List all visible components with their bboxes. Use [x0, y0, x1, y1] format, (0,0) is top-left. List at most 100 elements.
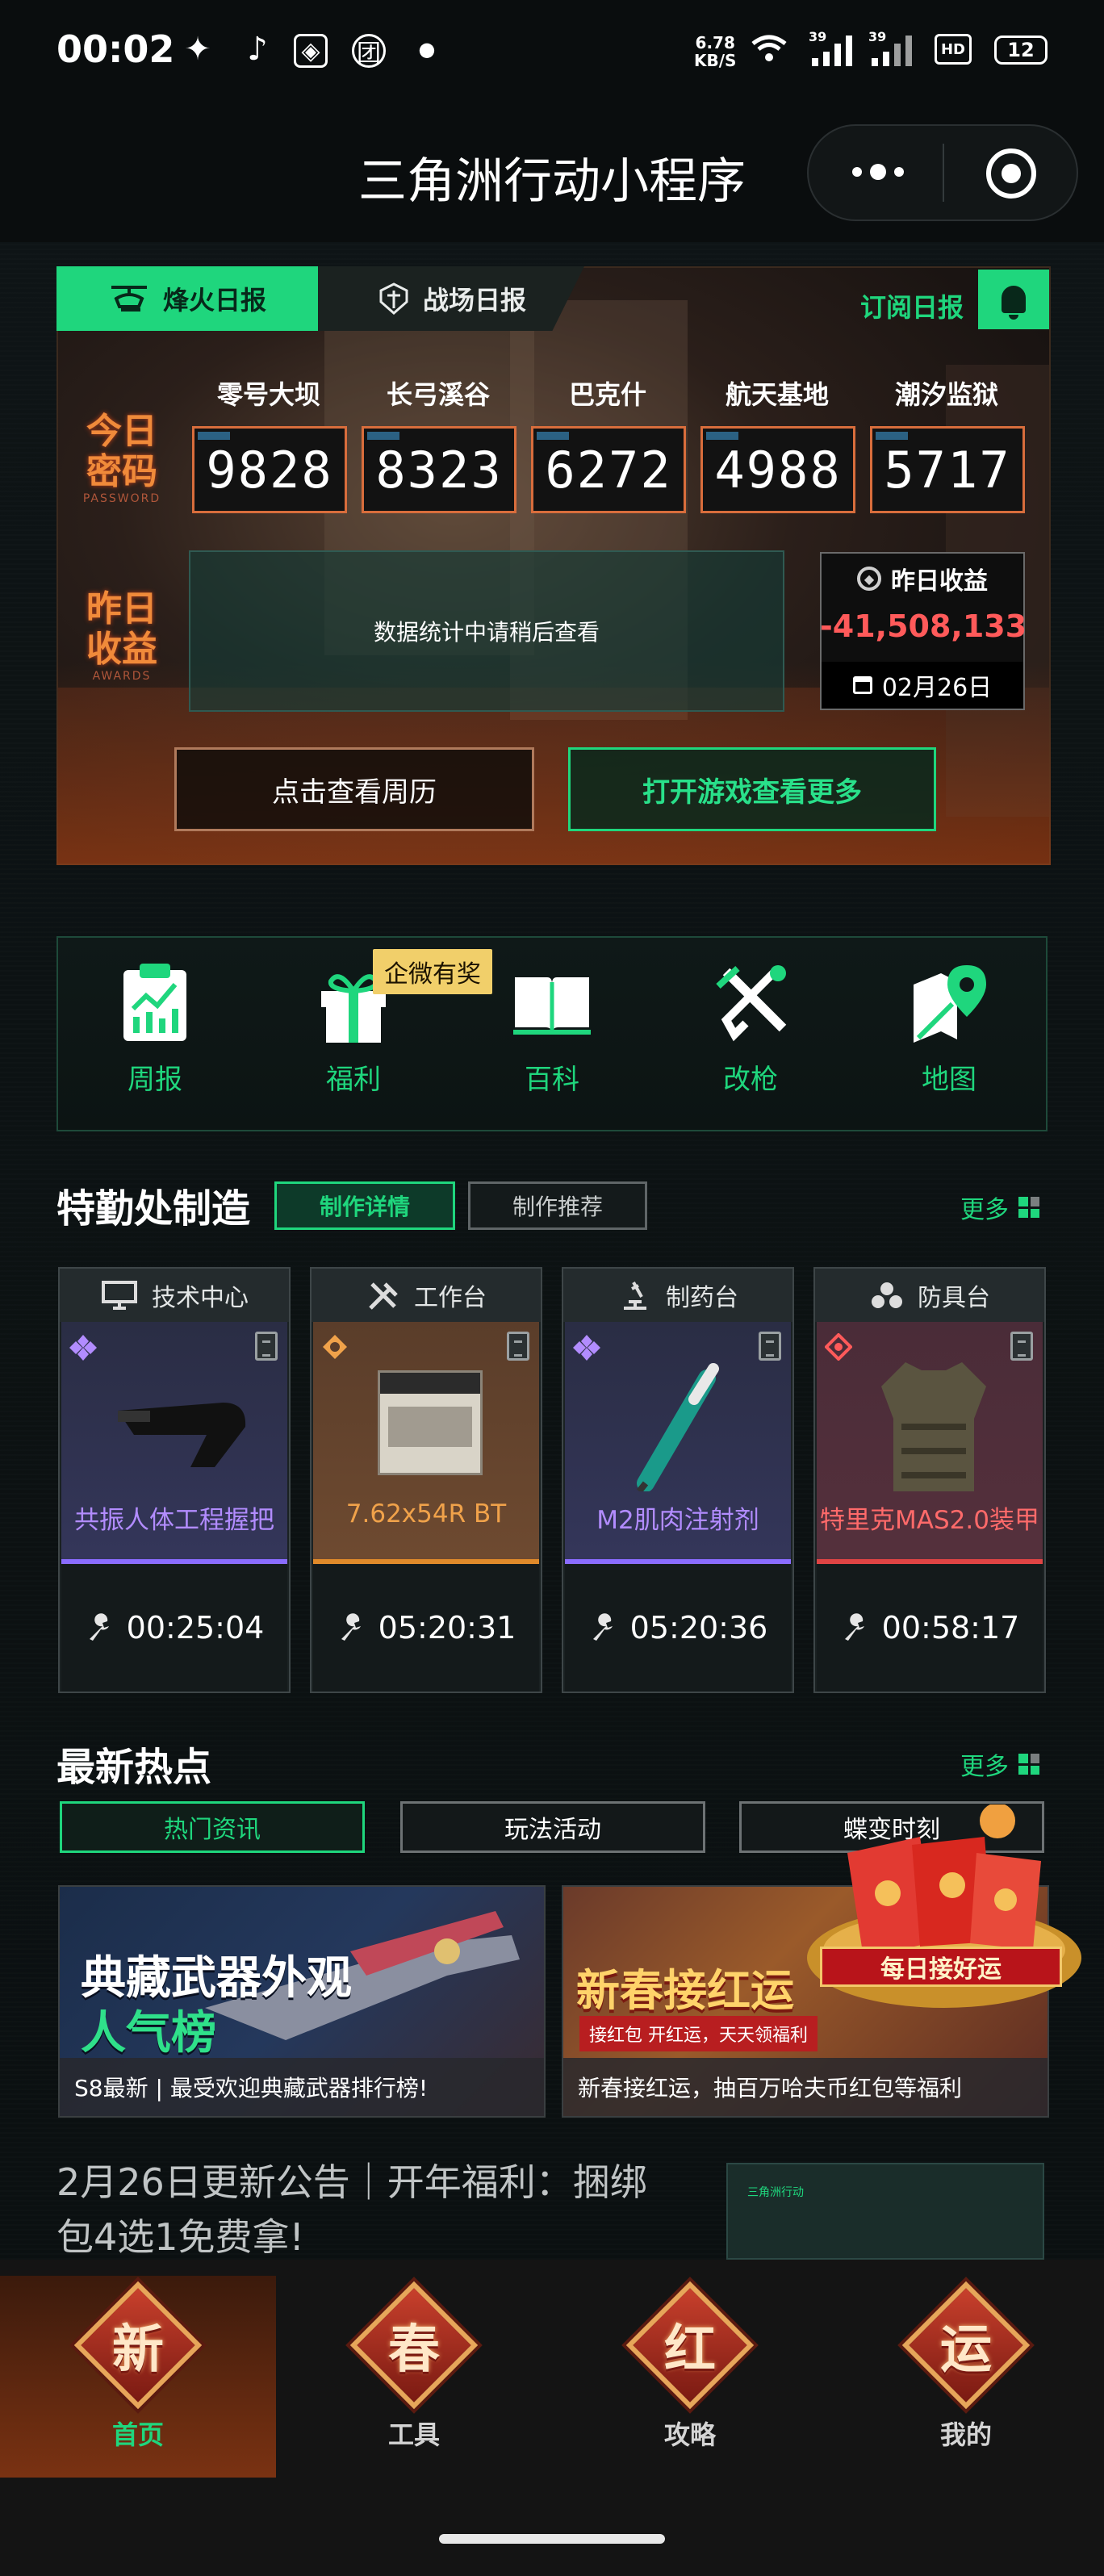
- craft-card-tech-center[interactable]: 技术中心 共振人体工程握把 00:25:04: [58, 1267, 291, 1693]
- chip-craft-recommend[interactable]: 制作推荐: [468, 1181, 647, 1230]
- grip-item-icon: [118, 1403, 246, 1467]
- nav-tools-badge-icon: 春: [366, 2297, 462, 2394]
- battery-icon: 12: [994, 36, 1048, 65]
- craft-item-name: 7.62x54R BT: [345, 1499, 507, 1528]
- clipboard-icon: [255, 1332, 278, 1361]
- view-weekly-calendar-button[interactable]: 点击查看周历: [174, 747, 534, 831]
- craft-card-pharmacy[interactable]: 制药台 M2肌肉注射剂 05:20:36: [562, 1267, 794, 1693]
- code-box-bakesh: 6272: [531, 426, 686, 513]
- map-name-valley: 长弓溪谷: [386, 379, 490, 410]
- status-time: 00:02: [56, 27, 175, 71]
- tool-label: 百科: [525, 1064, 579, 1096]
- wrench-icon: [89, 1613, 109, 1641]
- nav-home[interactable]: 新 首页: [0, 2276, 276, 2478]
- clipboard-icon: [507, 1332, 529, 1361]
- ammo-box-icon: [378, 1370, 483, 1475]
- grid-icon: [1018, 1197, 1039, 1218]
- subscribe-report-link[interactable]: 订阅日报: [860, 287, 964, 324]
- wrench-icon: [592, 1613, 613, 1641]
- wrench-icon: [844, 1613, 864, 1641]
- tab-battlefield-report[interactable]: 战场日报: [318, 266, 584, 331]
- hot-more-link[interactable]: 更多: [960, 1746, 1039, 1782]
- map-name-bakesh: 巴克什: [568, 379, 646, 410]
- bell-button[interactable]: [978, 270, 1049, 329]
- tiktok-icon: ♪: [247, 31, 268, 68]
- craft-timer: 00:25:04: [61, 1564, 287, 1692]
- microscope-icon: [624, 1282, 646, 1310]
- daily-luck-badge: 每日接好运: [820, 1947, 1062, 1987]
- capsule-divider: [943, 144, 944, 202]
- update-notice-thumbnail[interactable]: 三角洲行动: [726, 2163, 1044, 2260]
- red-envelope-float[interactable]: 每日接好运: [791, 1803, 1098, 2022]
- armor-vest-item-icon: [881, 1362, 986, 1491]
- craft-item-name: M2肌肉注射剂: [596, 1506, 759, 1535]
- nav-me-badge-icon: 运: [918, 2297, 1014, 2394]
- hd-icon: HD: [935, 34, 972, 65]
- banner-weapon-ranking[interactable]: 典藏武器外观 人气榜 S8最新 | 最受欢迎典藏武器排行榜!: [58, 1885, 546, 2118]
- injector-item-icon: [636, 1363, 719, 1491]
- tool-label: 改枪: [723, 1064, 778, 1096]
- signal-icon-1: 39: [809, 29, 857, 68]
- income-header: ◆ 昨日收益: [820, 552, 1025, 605]
- nav-label: 我的: [939, 2419, 992, 2450]
- rarity-icon: [321, 1333, 349, 1361]
- bell-icon: [1002, 286, 1026, 320]
- craft-timer: 05:20:31: [313, 1564, 539, 1692]
- craft-station-header: 工作台: [312, 1269, 541, 1322]
- open-game-button[interactable]: 打开游戏查看更多: [568, 747, 936, 831]
- thumb-logo-text: 三角洲行动: [747, 2186, 804, 2199]
- tool-wiki[interactable]: 百科: [471, 960, 633, 1114]
- map-pin-icon: [909, 960, 989, 1044]
- nav-tools[interactable]: 春 工具: [276, 2276, 552, 2478]
- nav-me[interactable]: 运 我的: [828, 2276, 1104, 2478]
- tech-center-icon: [102, 1281, 137, 1310]
- gun-wrench-icon: [710, 960, 791, 1044]
- tool-label: 周报: [128, 1064, 182, 1096]
- hot-section-title: 最新热点: [56, 1745, 212, 1790]
- red-envelope-icon: [807, 1803, 1081, 2008]
- home-indicator[interactable]: [439, 2534, 665, 2544]
- calendar-icon: [852, 676, 872, 694]
- stats-pending-box: 数据统计中请稍后查看: [189, 550, 784, 712]
- helicopter-icon: [111, 286, 147, 312]
- craft-timer: 00:58:17: [817, 1564, 1043, 1692]
- nav-guides[interactable]: 红 攻略: [552, 2276, 828, 2478]
- more-menu-icon[interactable]: [839, 153, 917, 190]
- map-name-dam: 零号大坝: [216, 379, 320, 410]
- tab-hot-news[interactable]: 热门资讯: [60, 1801, 365, 1853]
- wrench-icon: [341, 1613, 361, 1641]
- craft-card-armor-bench[interactable]: 防具台 特里克MAS2.0装甲 00:58:17: [813, 1267, 1046, 1693]
- clipboard-icon: [759, 1332, 781, 1361]
- craft-card-workbench[interactable]: 工作台 7.62x54R BT 05:20:31: [310, 1267, 542, 1693]
- craft-station-header: 制药台: [563, 1269, 792, 1322]
- banner-caption: S8最新 | 最受欢迎典藏武器排行榜!: [60, 2058, 544, 2116]
- crafting-more-link[interactable]: 更多: [960, 1190, 1039, 1225]
- tool-gun-mod[interactable]: 改枪: [670, 960, 831, 1114]
- clipboard-chart-icon: [115, 960, 195, 1044]
- message-icon: 团: [352, 34, 386, 68]
- map-name-space-base: 航天基地: [725, 379, 829, 410]
- more-notifications-dot: ●: [418, 38, 436, 61]
- tab-activities[interactable]: 玩法活动: [400, 1801, 705, 1853]
- craft-item-name: 特里克MAS2.0装甲: [820, 1506, 1039, 1535]
- clipboard-icon: [1010, 1332, 1033, 1361]
- grid-icon: [1018, 1754, 1039, 1775]
- tab-fire-report[interactable]: 烽火日报: [56, 266, 318, 331]
- tool-weekly-report[interactable]: 周报: [74, 960, 236, 1114]
- code-box-space-base: 4988: [700, 426, 855, 513]
- code-box-dam: 9828: [192, 426, 347, 513]
- update-notice-text[interactable]: 2月26日更新公告｜开年福利：捆绑包4选1免费拿!: [56, 2155, 670, 2260]
- craft-item-name: 共振人体工程握把: [74, 1506, 274, 1535]
- close-miniprogram-icon[interactable]: [986, 148, 1036, 199]
- hammer-wrench-icon: [369, 1282, 398, 1310]
- craft-station-header: 防具台: [815, 1269, 1044, 1322]
- emblem-icon: [379, 282, 408, 315]
- tool-map[interactable]: 地图: [868, 960, 1030, 1114]
- tool-label: 福利: [326, 1064, 381, 1096]
- nav-guides-badge-icon: 红: [642, 2297, 738, 2394]
- code-box-tide-prison: 5717: [870, 426, 1025, 513]
- craft-station-header: 技术中心: [60, 1269, 289, 1322]
- banner-subline: 接红包 开红运，天天领福利: [579, 2016, 818, 2051]
- nav-label: 首页: [111, 2419, 164, 2450]
- chip-craft-details[interactable]: 制作详情: [274, 1181, 455, 1230]
